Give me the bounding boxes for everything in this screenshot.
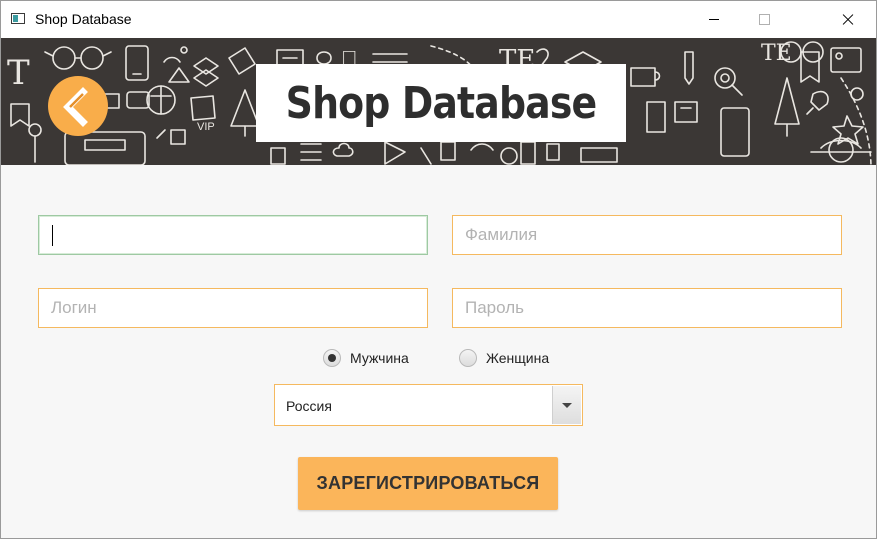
text-caret [52, 225, 53, 246]
banner-title-box: Shop Database [256, 64, 626, 142]
gender-female-label: Женщина [486, 350, 550, 366]
window-title: Shop Database [35, 11, 132, 27]
login-input[interactable] [39, 289, 427, 327]
chevron-down-icon[interactable] [552, 386, 581, 424]
svg-text:VIP: VIP [197, 121, 215, 133]
gender-male-radio[interactable]: Мужчина [323, 348, 423, 370]
banner-title: Shop Database [285, 78, 598, 129]
password-input[interactable] [453, 289, 841, 327]
country-select[interactable]: Россия [274, 384, 583, 426]
surname-input[interactable] [453, 216, 841, 254]
chevron-left-icon [63, 87, 88, 127]
minimize-button[interactable] [691, 1, 737, 38]
app-window: Shop Database T VIP TE TE Shop Database … [0, 0, 877, 539]
maximize-button[interactable] [741, 1, 787, 38]
app-icon [11, 13, 25, 24]
close-button[interactable] [825, 1, 871, 38]
svg-text:TE: TE [761, 41, 792, 66]
gender-female-radio[interactable]: Женщина [459, 348, 559, 370]
login-field[interactable] [38, 288, 428, 328]
register-button[interactable]: ЗАРЕГИСТРИРОВАТЬСЯ [298, 457, 558, 510]
first-name-input[interactable] [39, 216, 427, 254]
title-bar: Shop Database [1, 1, 876, 38]
radio-unchecked-icon[interactable] [459, 349, 477, 367]
gender-male-label: Мужчина [350, 350, 409, 366]
country-selected-value: Россия [286, 398, 332, 414]
radio-checked-icon[interactable] [323, 349, 341, 367]
svg-text:T: T [7, 53, 30, 93]
back-button[interactable] [48, 76, 108, 136]
first-name-field[interactable] [38, 215, 428, 255]
password-field[interactable] [452, 288, 842, 328]
surname-field[interactable] [452, 215, 842, 255]
header-banner: T VIP  [1, 38, 876, 165]
